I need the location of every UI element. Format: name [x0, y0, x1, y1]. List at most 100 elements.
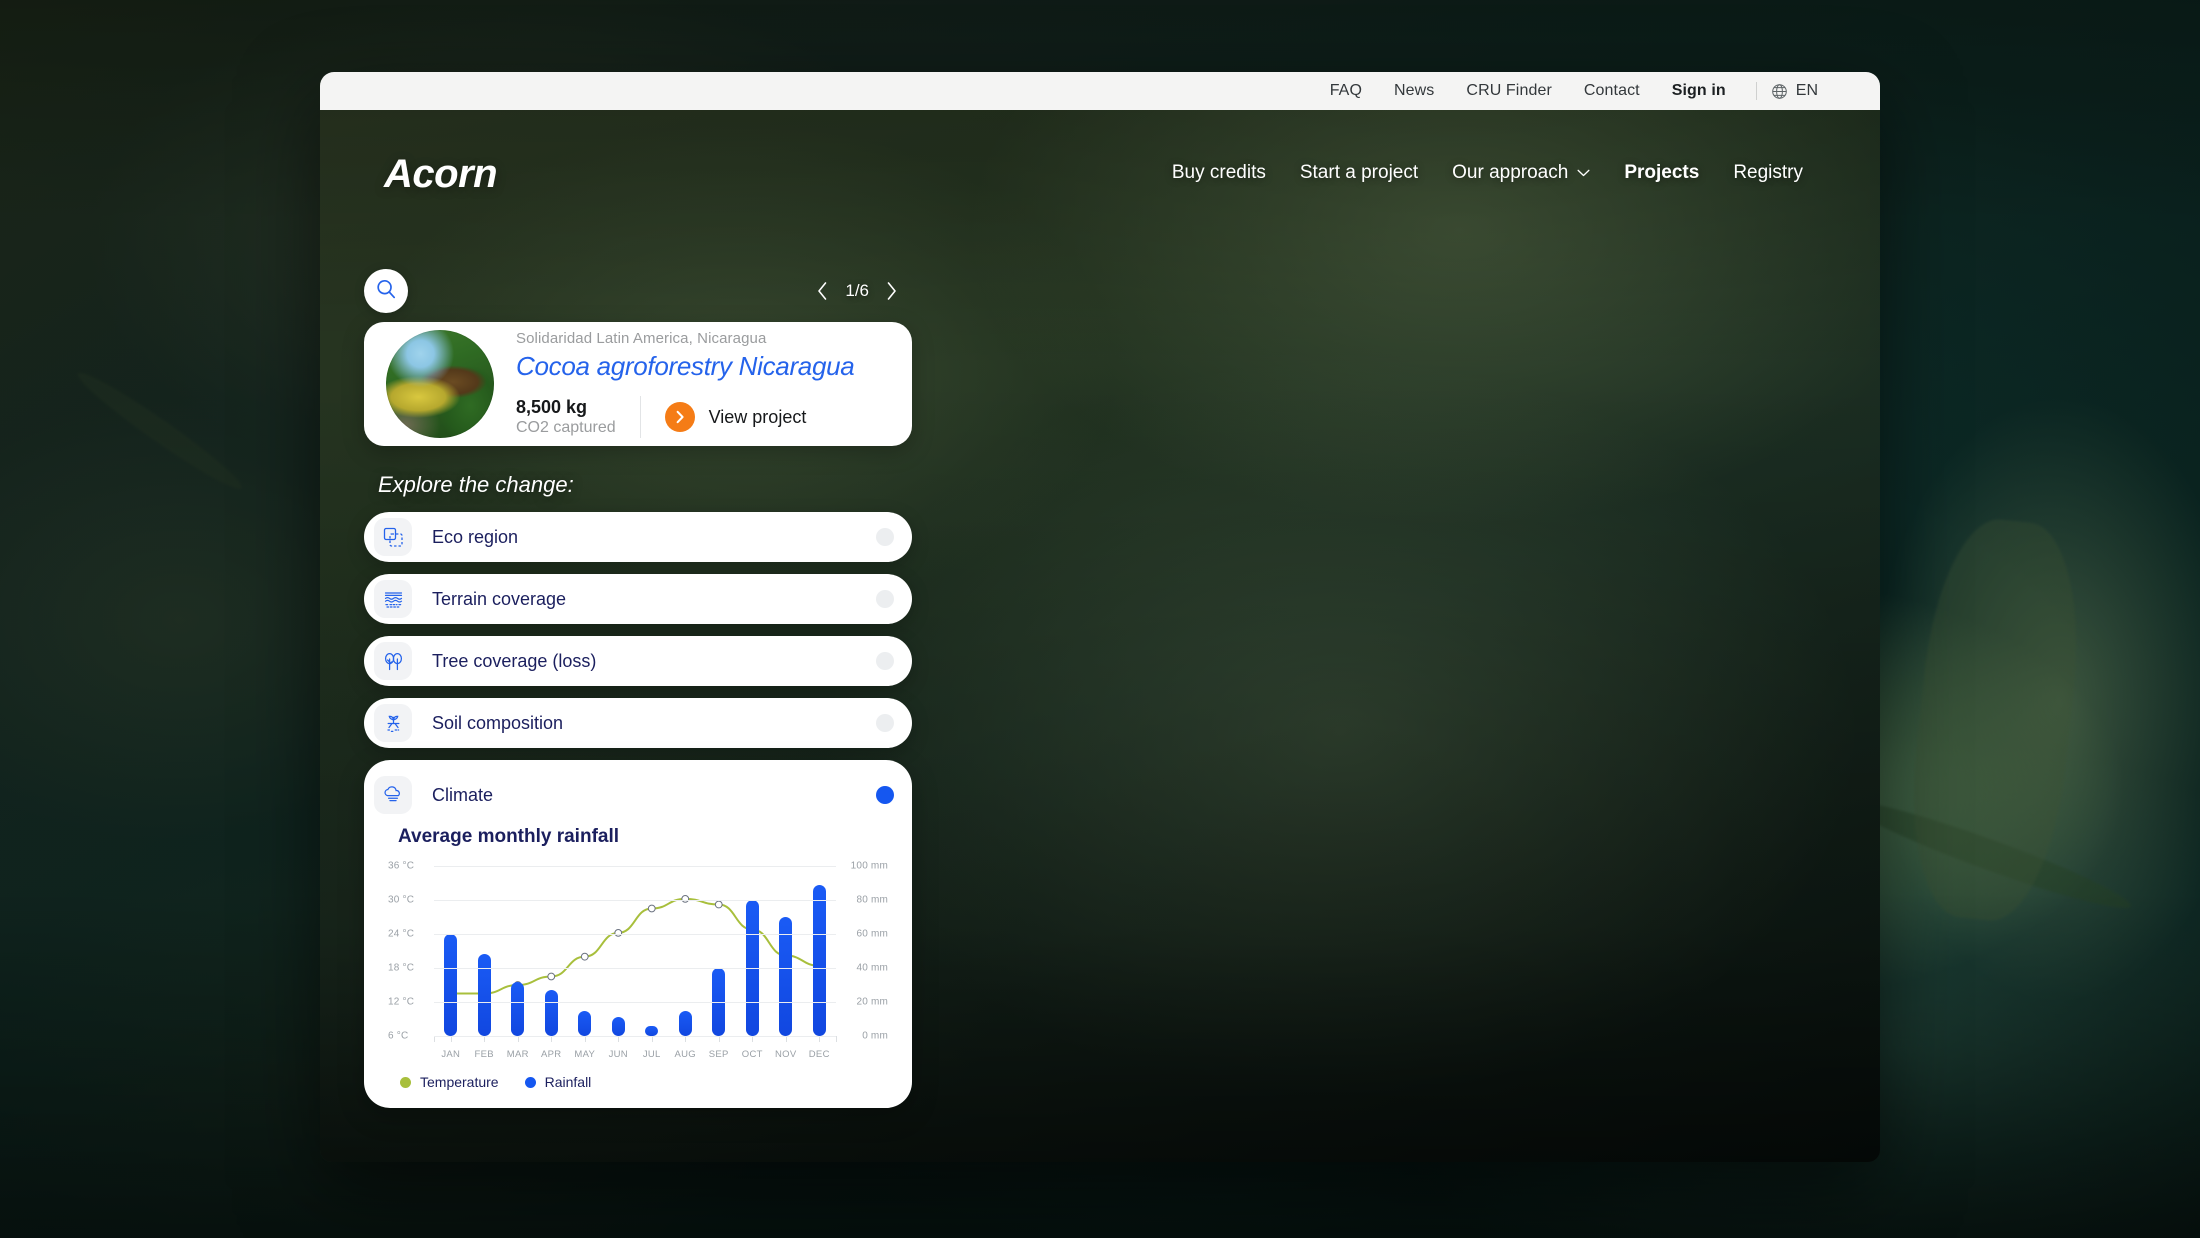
chart-gridline [434, 900, 836, 901]
utility-link-contact[interactable]: Contact [1568, 82, 1656, 100]
chart-plot-area: JAN FEB MAR APR MAY JUN JUL AUG SEP OCT NOV DEC [434, 866, 837, 1060]
chart-bar [511, 981, 525, 1036]
pagination: 1/6 [816, 281, 898, 301]
chart-title: Average monthly rainfall [398, 826, 620, 847]
soil-composition-icon [374, 704, 412, 742]
page-content: Acorn Buy credits Start a project Our ap… [320, 110, 1880, 1162]
climate-header[interactable]: Climate [374, 770, 902, 820]
utility-bar: FAQ News CRU Finder Contact Sign in EN [320, 72, 1880, 110]
climate-chart: JAN FEB MAR APR MAY JUN JUL AUG SEP OCT NOV DEC 36 … [388, 861, 888, 1061]
chart-y-tick-right: 40 mm [856, 962, 888, 974]
chart-x-label: MAR [506, 1049, 529, 1060]
nav-projects[interactable]: Projects [1607, 162, 1716, 184]
chart-x-label: FEB [474, 1049, 494, 1060]
nav-buy-credits[interactable]: Buy credits [1155, 162, 1283, 184]
chart-y-tick-right: 0 mm [862, 1030, 888, 1042]
layer-radio[interactable] [876, 528, 894, 546]
chart-x-label: APR [541, 1049, 562, 1060]
chart-y-tick-left: 6 °C [388, 1030, 409, 1042]
utility-link-faq[interactable]: FAQ [1314, 82, 1378, 100]
project-organization: Solidaridad Latin America, Nicaragua [516, 330, 767, 347]
layer-label: Terrain coverage [432, 588, 567, 609]
acorn-logo[interactable]: Acorn [384, 152, 498, 197]
climate-card: Climate Average monthly rainfall JAN FEB M… [364, 760, 912, 1108]
language-selector[interactable]: EN [1771, 82, 1820, 100]
layer-radio[interactable] [876, 652, 894, 670]
chart-y-tick-left: 18 °C [388, 962, 415, 974]
chart-gridline [434, 1036, 836, 1037]
chevron-down-icon [1577, 169, 1590, 177]
chart-x-label: OCT [741, 1049, 763, 1060]
chart-bar [444, 934, 458, 1036]
nav-start-a-project[interactable]: Start a project [1283, 162, 1435, 184]
temperature-point [547, 972, 556, 981]
temperature-point [714, 900, 723, 909]
terrain-coverage-icon [374, 580, 412, 618]
layer-row-eco-region[interactable]: Eco region [364, 512, 912, 562]
nav-label: Our approach [1452, 162, 1569, 183]
temperature-point [580, 952, 589, 961]
project-title[interactable]: Cocoa agroforestry Nicaragua [516, 351, 890, 382]
nav-registry[interactable]: Registry [1716, 162, 1820, 184]
pagination-prev-button[interactable] [816, 281, 829, 301]
chart-bar [578, 1010, 592, 1036]
chart-y-tick-right: 100 mm [850, 860, 888, 872]
view-project-button[interactable]: View project [641, 402, 807, 432]
view-project-label: View project [708, 406, 807, 427]
legend-dot-rainfall [524, 1076, 536, 1088]
legend-dot-temperature [400, 1076, 411, 1088]
pagination-counter: 1/6 [845, 281, 869, 300]
legend-label: Temperature [420, 1074, 499, 1090]
project-card[interactable]: Solidaridad Latin America, Nicaragua Coc… [364, 322, 912, 446]
chart-x-label: SEP [708, 1049, 729, 1060]
layer-row-tree-coverage[interactable]: Tree coverage (loss) [364, 636, 912, 686]
chart-bar [812, 884, 826, 1036]
legend-item-rainfall: Rainfall [524, 1074, 592, 1090]
chart-y-tick-right: 20 mm [856, 996, 888, 1008]
temperature-line [446, 894, 824, 998]
temperature-point [647, 904, 656, 913]
nav-our-approach[interactable]: Our approach [1435, 162, 1607, 184]
tree-coverage-icon [374, 642, 412, 680]
chevron-right-circle-icon [664, 402, 695, 432]
utility-link-cru-finder[interactable]: CRU Finder [1450, 82, 1567, 100]
co2-stat: 8,500 kg CO2 captured [516, 397, 640, 437]
nav-label: Start a project [1299, 162, 1419, 183]
chart-x-tick [836, 1036, 837, 1042]
climate-label: Climate [432, 784, 494, 805]
temperature-point [681, 894, 690, 903]
chart-bar [678, 1010, 692, 1036]
utility-link-sign-in[interactable]: Sign in [1656, 82, 1742, 100]
layer-radio-selected[interactable] [876, 786, 894, 804]
utility-link-news[interactable]: News [1378, 82, 1450, 100]
eco-region-icon [374, 518, 412, 556]
layer-radio[interactable] [876, 714, 894, 732]
chart-gridline [434, 866, 836, 867]
co2-label: CO2 captured [516, 418, 616, 436]
temperature-point [614, 928, 623, 937]
legend-label: Rainfall [544, 1074, 592, 1090]
temperature-path [449, 897, 821, 995]
chart-y-tick-left: 30 °C [388, 894, 415, 906]
chart-x-label: DEC [808, 1049, 830, 1060]
layer-row-soil-composition[interactable]: Soil composition [364, 698, 912, 748]
search-icon [375, 278, 397, 305]
chart-x-label: AUG [674, 1049, 696, 1060]
utility-divider [1755, 82, 1757, 100]
layer-radio[interactable] [876, 590, 894, 608]
chart-gridline [434, 1002, 836, 1003]
panel-toolbar: 1/6 [364, 260, 912, 322]
chart-legend: Temperature Rainfall [400, 1074, 902, 1090]
chart-x-label: MAY [574, 1049, 596, 1060]
browser-window: FAQ News CRU Finder Contact Sign in EN A… [320, 72, 1880, 1162]
layer-label: Soil composition [432, 712, 564, 733]
climate-cloud-icon [374, 776, 412, 814]
chart-y-tick-left: 36 °C [388, 860, 415, 872]
chart-x-label: NOV [775, 1049, 797, 1060]
legend-item-temperature: Temperature [400, 1074, 499, 1090]
layer-row-terrain-coverage[interactable]: Terrain coverage [364, 574, 912, 624]
explore-heading: Explore the change: [378, 472, 574, 497]
nav-label: Projects [1624, 162, 1700, 183]
pagination-next-button[interactable] [885, 281, 898, 301]
search-button[interactable] [364, 269, 408, 313]
